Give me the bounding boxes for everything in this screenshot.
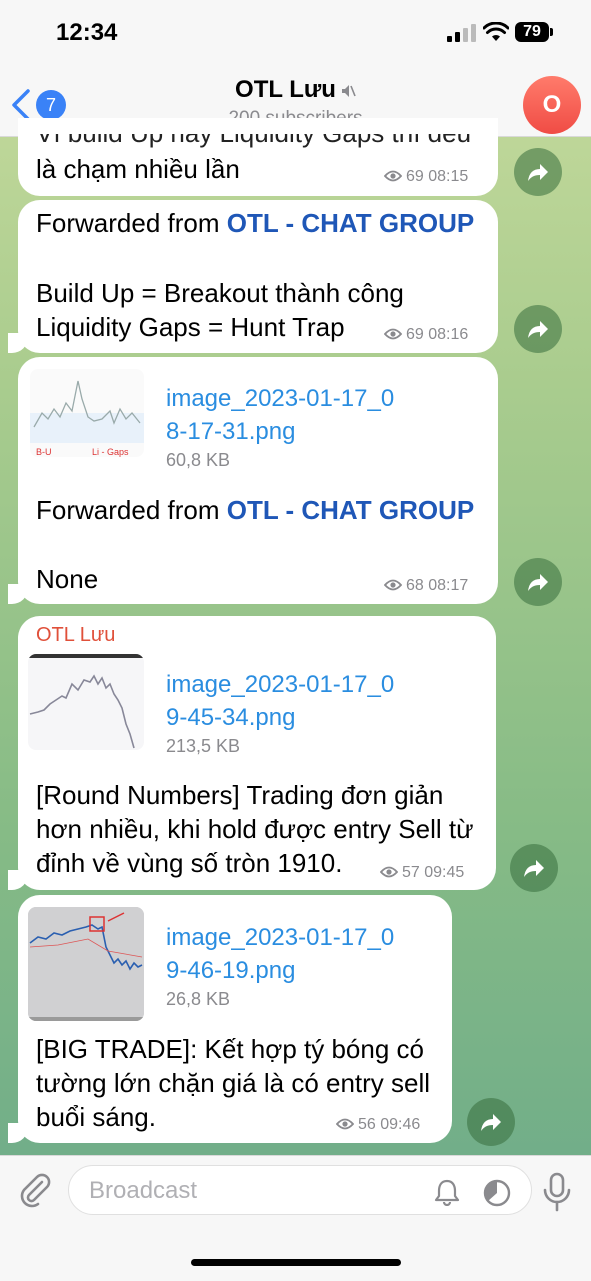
message-text-line: Liquidity Gaps = Hunt Trap [36,312,345,342]
file-size: 60,8 KB [166,450,231,470]
paperclip-icon[interactable] [16,1172,52,1208]
view-count: 57 [402,864,420,881]
forwarded-header: Forwarded from OTL - CHAT GROUP [36,206,474,240]
file-name-line[interactable]: image_2023-01-17_0 [166,921,394,954]
channel-avatar[interactable]: O [523,76,581,134]
message-time: 09:45 [424,864,465,881]
eye-icon [384,579,402,591]
forwarded-source-link[interactable]: OTL - CHAT GROUP [227,495,474,525]
forwarded-header: Forwarded from OTL - CHAT GROUP [36,493,474,527]
share-button[interactable] [467,1098,515,1146]
cellular-signal-icon [447,24,477,42]
message-time: 09:46 [380,1116,421,1133]
message-meta: 57 09:45 [380,864,464,882]
chart-preview-image: B-U Li - Gaps [30,380,144,457]
broadcast-input[interactable] [87,1174,411,1208]
svg-text:B-U: B-U [36,447,52,457]
message-time: 08:16 [428,326,469,343]
image-thumbnail[interactable] [28,654,144,750]
message-meta: 68 08:17 [384,577,468,595]
status-bar: 12:34 79 [0,0,591,70]
channel-title-text: OTL Lưu [235,76,336,103]
mute-icon [341,84,356,97]
share-button[interactable] [514,558,562,606]
image-thumbnail[interactable] [28,907,144,1021]
battery-tip [550,28,553,36]
share-button[interactable] [510,844,558,892]
eye-icon [336,1118,354,1130]
view-count: 68 [406,577,424,594]
input-bar [0,1155,591,1281]
message-time: 08:17 [428,577,469,594]
message-text-line: [BIG TRADE]: Kết hợp tý bóng có [36,1034,424,1064]
wifi-icon [483,22,509,41]
message-bubble[interactable]: Vì build Up hay Liquidity Gaps thì đều l… [18,118,498,196]
file-size: 26,8 KB [166,989,231,1009]
message-text-line: buổi sáng. [36,1102,156,1132]
eye-icon [380,866,398,878]
file-name-line[interactable]: 9-45-34.png [166,701,295,734]
share-button[interactable] [514,305,562,353]
share-button[interactable] [514,148,562,196]
message-meta: 69 08:16 [384,326,468,344]
message-text-line: None [36,564,99,594]
view-count: 69 [406,326,424,343]
message-text-line: tường lớn chặn giá là có entry sell [36,1068,431,1098]
message-bubble[interactable]: image_2023-01-17_0 9-46-19.png 26,8 KB [… [8,895,452,1143]
message-time: 08:15 [428,168,469,185]
sender-name[interactable]: OTL Lưu [36,624,115,647]
share-icon [481,1114,501,1131]
message-meta: 69 08:15 [384,168,468,186]
message-meta: 56 09:46 [336,1116,420,1134]
message-bubble[interactable]: Forwarded from OTL - CHAT GROUP Build Up… [8,200,498,353]
chart-preview-image [28,907,144,1021]
status-time: 12:34 [56,19,118,46]
file-name-line[interactable]: image_2023-01-17_0 [166,382,394,415]
forwarded-prefix: Forwarded from [36,495,227,525]
forwarded-prefix: Forwarded from [36,208,227,238]
message-text-line: Vì build Up hay Liquidity Gaps thì đều [36,118,472,148]
message-text-line: [Round Numbers] Trading đơn giản [36,780,444,810]
timer-icon[interactable] [481,1177,513,1209]
image-thumbnail[interactable]: B-U Li - Gaps [30,369,144,457]
file-name-line[interactable]: 8-17-31.png [166,415,295,448]
share-icon [524,860,544,877]
view-count: 56 [358,1116,376,1133]
chart-preview-image [28,654,144,749]
bell-icon[interactable] [432,1178,462,1206]
message-text-line: hơn nhiều, khi hold được entry Sell từ [36,814,474,844]
share-icon [528,164,548,181]
share-icon [528,574,548,591]
file-name-line[interactable]: 9-46-19.png [166,954,295,987]
forwarded-source-link[interactable]: OTL - CHAT GROUP [227,208,474,238]
file-name-line[interactable]: image_2023-01-17_0 [166,668,394,701]
file-size: 213,5 KB [166,736,241,756]
message-bubble[interactable]: OTL Lưu image_2023-01-17_0 9-45-34.png 2… [8,616,496,890]
eye-icon [384,170,402,182]
channel-title[interactable]: OTL Lưu [0,76,591,104]
message-bubble[interactable]: B-U Li - Gaps image_2023-01-17_0 8-17-31… [8,357,498,604]
view-count: 69 [406,168,424,185]
svg-text:Li - Gaps: Li - Gaps [92,447,129,457]
message-text-line: đỉnh về vùng số tròn 1910. [36,848,343,878]
home-indicator [191,1259,401,1266]
message-text-line: Build Up = Breakout thành công [36,278,404,308]
battery-indicator: 79 [515,22,549,42]
message-text-line: là chạm nhiều lần [36,154,240,184]
microphone-icon[interactable] [540,1172,574,1212]
share-icon [528,321,548,338]
message-input-field[interactable] [68,1165,532,1215]
eye-icon [384,328,402,340]
